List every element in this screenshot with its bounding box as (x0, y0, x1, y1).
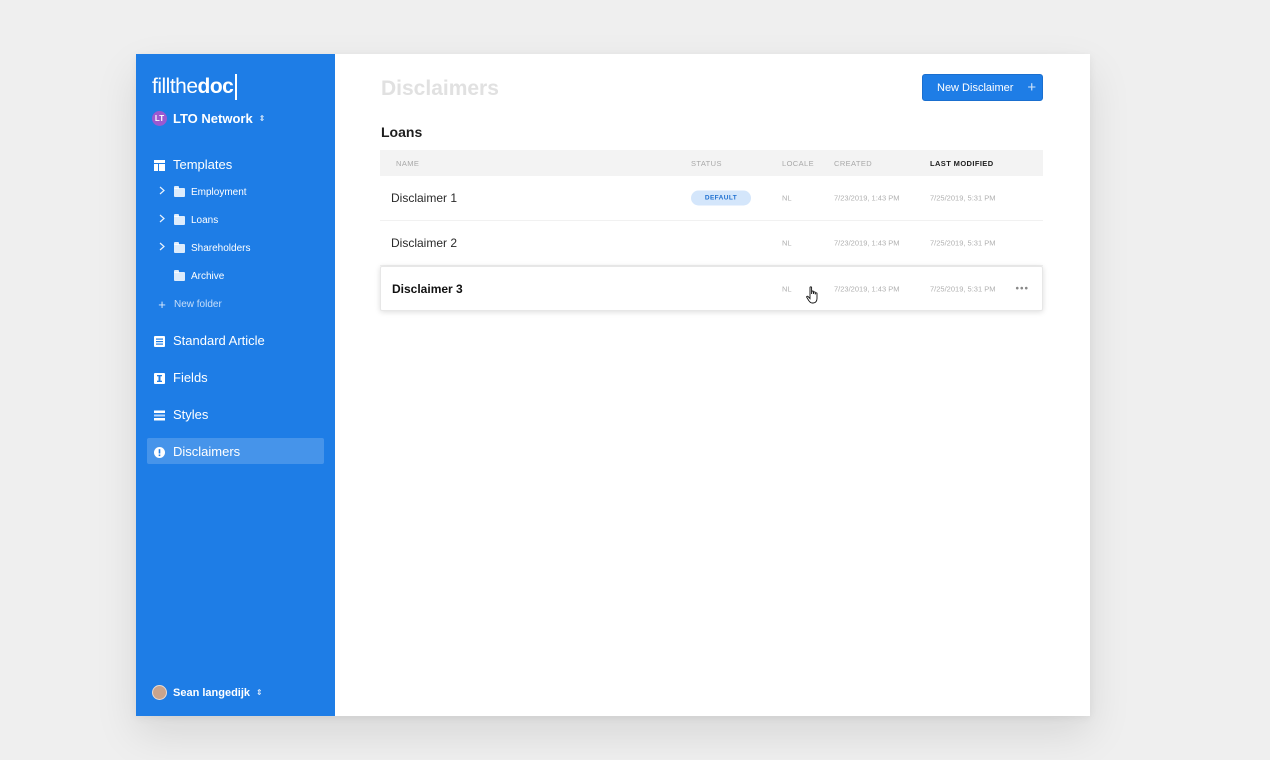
chevron-right-icon[interactable] (156, 214, 168, 226)
column-header-last-modified[interactable]: LAST MODIFIED (930, 159, 994, 168)
row-name: Disclaimer 2 (391, 236, 458, 250)
column-header-status[interactable]: STATUS (691, 159, 722, 168)
sidebar-item-label: Fields (173, 369, 208, 385)
folder-archive[interactable]: Archive (156, 266, 224, 286)
table-row[interactable]: Disclaimer 1 DEFAULT NL 7/23/2019, 1:43 … (380, 176, 1043, 221)
chevron-right-icon[interactable] (156, 242, 168, 254)
plus-icon: + (158, 296, 166, 312)
user-name: Sean langedijk (173, 686, 251, 699)
sidebar-item-disclaimers[interactable]: Disclaimers (147, 438, 324, 464)
column-header-created[interactable]: CREATED (834, 159, 872, 168)
user-menu[interactable]: Sean langedijk ⇕ (152, 685, 263, 700)
updown-chevron-icon: ⇕ (256, 687, 263, 697)
new-folder-label: New folder (174, 298, 222, 310)
folder-label: Archive (191, 270, 225, 282)
sidebar-item-styles[interactable]: Styles (147, 401, 324, 427)
plus-icon: + (1027, 79, 1037, 96)
chevron-right-icon[interactable] (156, 186, 168, 198)
updown-chevron-icon: ⇕ (258, 113, 266, 123)
workspace-name: LTO Network (173, 111, 253, 126)
folder-shareholders[interactable]: Shareholders (156, 238, 250, 258)
folder-icon (174, 185, 185, 197)
workspace-switcher[interactable]: LT LTO Network ⇕ (152, 111, 265, 126)
main-content: Disclaimers New Disclaimer + Loans NAME … (335, 54, 1090, 716)
sidebar-item-label: Standard Article (173, 332, 265, 348)
row-created: 7/23/2019, 1:43 PM (834, 284, 900, 293)
table-row[interactable]: Disclaimer 2 NL 7/23/2019, 1:43 PM 7/25/… (380, 221, 1043, 266)
hand-cursor-icon (806, 286, 818, 304)
row-locale: NL (782, 193, 792, 203)
column-header-locale[interactable]: LOCALE (782, 159, 814, 168)
table-header: NAME STATUS LOCALE CREATED LAST MODIFIED (380, 150, 1043, 176)
row-modified: 7/25/2019, 5:31 PM (930, 238, 996, 248)
exclamation-icon (154, 446, 165, 458)
app-window: fillthe doc LT LTO Network ⇕ Templates Em… (136, 54, 1090, 716)
folder-label: Loans (191, 214, 219, 226)
row-modified: 7/25/2019, 5:31 PM (930, 193, 996, 203)
logo-caret (235, 74, 238, 100)
row-name: Disclaimer 1 (391, 191, 458, 205)
folder-icon (174, 241, 185, 253)
row-created: 7/23/2019, 1:43 PM (834, 238, 900, 248)
row-locale: NL (782, 238, 792, 248)
new-disclaimer-button[interactable]: New Disclaimer + (922, 74, 1043, 101)
article-icon (154, 335, 165, 347)
folder-loans[interactable]: Loans (156, 210, 218, 230)
row-modified: 7/25/2019, 5:31 PM (930, 284, 996, 293)
workspace-avatar: LT (152, 111, 167, 126)
sidebar: fillthe doc LT LTO Network ⇕ Templates Em… (136, 54, 335, 716)
page-title: Disclaimers (381, 77, 499, 100)
template-icon (154, 159, 165, 171)
row-created: 7/23/2019, 1:43 PM (834, 193, 900, 203)
row-name: Disclaimer 3 (392, 281, 463, 296)
sidebar-item-label: Templates (173, 156, 233, 172)
sidebar-item-templates[interactable]: Templates (147, 151, 324, 177)
styles-icon (154, 409, 165, 420)
sidebar-item-standard-article[interactable]: Standard Article (147, 327, 324, 353)
disclaimers-table: NAME STATUS LOCALE CREATED LAST MODIFIED… (380, 150, 1043, 311)
row-locale: NL (782, 284, 792, 293)
app-logo[interactable]: fillthe doc (152, 74, 238, 100)
folder-icon (174, 213, 185, 225)
table-row[interactable]: Disclaimer 3 NL 7/23/2019, 1:43 PM 7/25/… (380, 266, 1043, 311)
section-title: Loans (381, 124, 423, 140)
new-folder-button[interactable]: + New folder (156, 294, 222, 314)
more-options-icon[interactable]: ••• (1015, 283, 1029, 294)
folder-icon (174, 269, 185, 281)
sidebar-item-label: Styles (173, 406, 209, 422)
logo-text-light: fillthe (152, 75, 198, 98)
folder-employment[interactable]: Employment (156, 182, 247, 202)
status-badge-label: DEFAULT (691, 190, 751, 206)
field-icon (154, 372, 165, 384)
button-label: New Disclaimer (937, 81, 1014, 94)
column-header-name[interactable]: NAME (396, 159, 419, 168)
folder-label: Employment (191, 186, 247, 198)
folder-label: Shareholders (191, 242, 251, 254)
avatar (152, 685, 167, 700)
logo-text-bold: doc (197, 75, 234, 98)
sidebar-item-label: Disclaimers (173, 443, 241, 459)
status-badge: DEFAULT (691, 190, 751, 206)
sidebar-item-fields[interactable]: Fields (147, 364, 324, 390)
